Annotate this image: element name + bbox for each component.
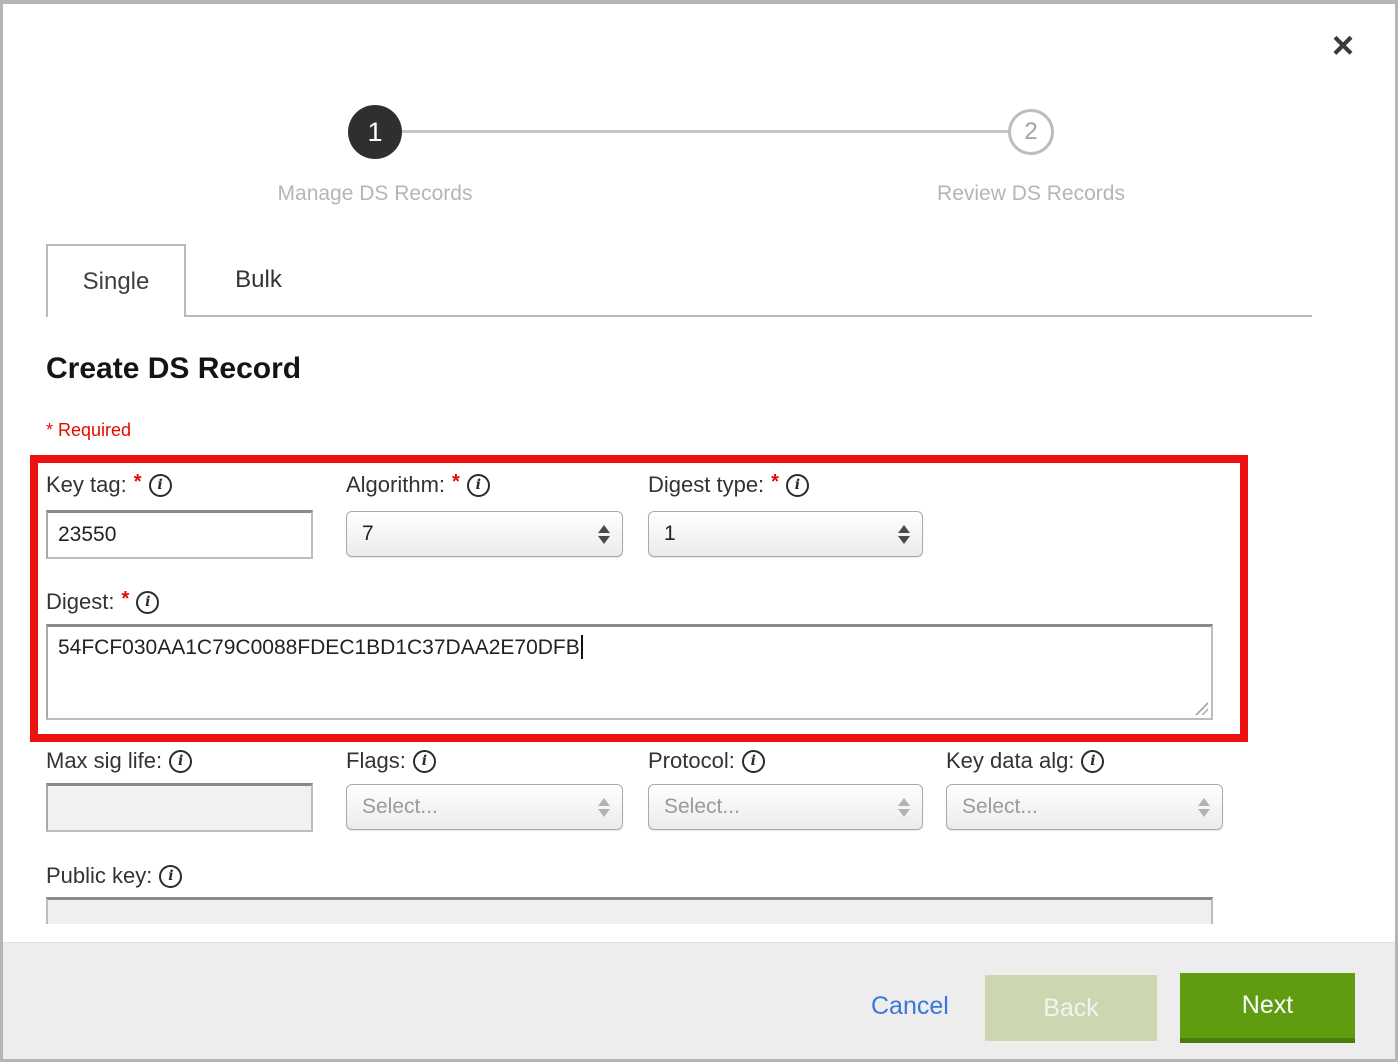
- select-stepper-arrows: [598, 525, 610, 544]
- select-stepper-arrows: [598, 798, 610, 817]
- algorithm-required-marker: *: [452, 471, 460, 494]
- tab-bulk-label: Bulk: [235, 266, 282, 294]
- digest-textarea[interactable]: 54FCF030AA1C79C0088FDEC1BD1C37DAA2E70DFB: [46, 624, 1213, 720]
- digest-type-label-text: Digest type:: [648, 472, 764, 498]
- chevron-up-icon: [898, 798, 910, 806]
- digest-info-icon[interactable]: i: [136, 591, 159, 614]
- select-stepper-arrows: [898, 525, 910, 544]
- max-sig-life-input[interactable]: [46, 783, 313, 832]
- select-stepper-arrows: [1198, 798, 1210, 817]
- flags-select-value: Select...: [362, 795, 438, 819]
- digest-label-text: Digest:: [46, 589, 114, 615]
- protocol-label-text: Protocol:: [648, 748, 735, 774]
- close-icon[interactable]: ×: [1319, 22, 1367, 70]
- flags-select[interactable]: Select...: [346, 784, 623, 830]
- chevron-up-icon: [598, 798, 610, 806]
- select-stepper-arrows: [898, 798, 910, 817]
- digest-type-info-icon[interactable]: i: [786, 474, 809, 497]
- chevron-down-icon: [598, 536, 610, 544]
- key-tag-required-marker: *: [134, 471, 142, 494]
- max-sig-life-label-text: Max sig life:: [46, 748, 162, 774]
- key-data-alg-select-value: Select...: [962, 795, 1038, 819]
- protocol-label: Protocol: i: [648, 747, 765, 775]
- public-key-label: Public key: i: [46, 862, 182, 890]
- protocol-select-value: Select...: [664, 795, 740, 819]
- next-button[interactable]: Next: [1180, 973, 1355, 1043]
- digest-label: Digest: * i: [46, 588, 159, 616]
- step-2-indicator: 2: [1008, 109, 1054, 155]
- digest-type-select[interactable]: 1: [648, 511, 923, 557]
- chevron-up-icon: [1198, 798, 1210, 806]
- cancel-button[interactable]: Cancel: [871, 992, 949, 1021]
- digest-type-label: Digest type: * i: [648, 471, 809, 499]
- digest-value: 54FCF030AA1C79C0088FDEC1BD1C37DAA2E70DFB: [58, 636, 580, 659]
- resize-grip-icon[interactable]: [1193, 700, 1208, 715]
- algorithm-select[interactable]: 7: [346, 511, 623, 557]
- tabs-underline: [185, 315, 1312, 317]
- step-2-label: Review DS Records: [871, 182, 1191, 206]
- tab-single[interactable]: Single: [46, 244, 186, 317]
- max-sig-life-info-icon[interactable]: i: [169, 750, 192, 773]
- algorithm-info-icon[interactable]: i: [467, 474, 490, 497]
- protocol-select[interactable]: Select...: [648, 784, 923, 830]
- step-1-label: Manage DS Records: [215, 182, 535, 206]
- key-tag-info-icon[interactable]: i: [149, 474, 172, 497]
- chevron-down-icon: [1198, 809, 1210, 817]
- text-caret: [581, 635, 583, 659]
- chevron-down-icon: [598, 809, 610, 817]
- step-1-number: 1: [367, 117, 382, 148]
- step-1-indicator: 1: [348, 105, 402, 159]
- key-data-alg-label: Key data alg: i: [946, 747, 1104, 775]
- public-key-textarea[interactable]: [46, 897, 1213, 924]
- key-tag-input[interactable]: [46, 510, 313, 559]
- chevron-up-icon: [898, 525, 910, 533]
- key-data-alg-info-icon[interactable]: i: [1081, 750, 1104, 773]
- flags-label: Flags: i: [346, 747, 436, 775]
- algorithm-label-text: Algorithm:: [346, 472, 445, 498]
- digest-required-marker: *: [121, 588, 129, 611]
- flags-label-text: Flags:: [346, 748, 406, 774]
- step-connector-line: [402, 130, 1009, 133]
- create-ds-record-modal: × 1 2 Manage DS Records Review DS Record…: [0, 0, 1398, 1062]
- tab-bulk[interactable]: Bulk: [186, 244, 331, 316]
- key-data-alg-label-text: Key data alg:: [946, 748, 1074, 774]
- flags-info-icon[interactable]: i: [413, 750, 436, 773]
- key-data-alg-select[interactable]: Select...: [946, 784, 1223, 830]
- chevron-down-icon: [898, 536, 910, 544]
- algorithm-label: Algorithm: * i: [346, 471, 490, 499]
- digest-type-select-value: 1: [664, 522, 676, 546]
- required-note: * Required: [46, 420, 131, 441]
- key-tag-label: Key tag: * i: [46, 471, 172, 499]
- public-key-label-text: Public key:: [46, 863, 152, 889]
- public-key-info-icon[interactable]: i: [159, 865, 182, 888]
- key-tag-label-text: Key tag:: [46, 472, 127, 498]
- tab-single-label: Single: [83, 268, 150, 296]
- back-button[interactable]: Back: [985, 975, 1157, 1041]
- step-2-number: 2: [1024, 118, 1037, 146]
- page-title: Create DS Record: [46, 352, 301, 386]
- algorithm-select-value: 7: [362, 522, 374, 546]
- chevron-up-icon: [598, 525, 610, 533]
- protocol-info-icon[interactable]: i: [742, 750, 765, 773]
- max-sig-life-label: Max sig life: i: [46, 747, 192, 775]
- digest-type-required-marker: *: [771, 471, 779, 494]
- chevron-down-icon: [898, 809, 910, 817]
